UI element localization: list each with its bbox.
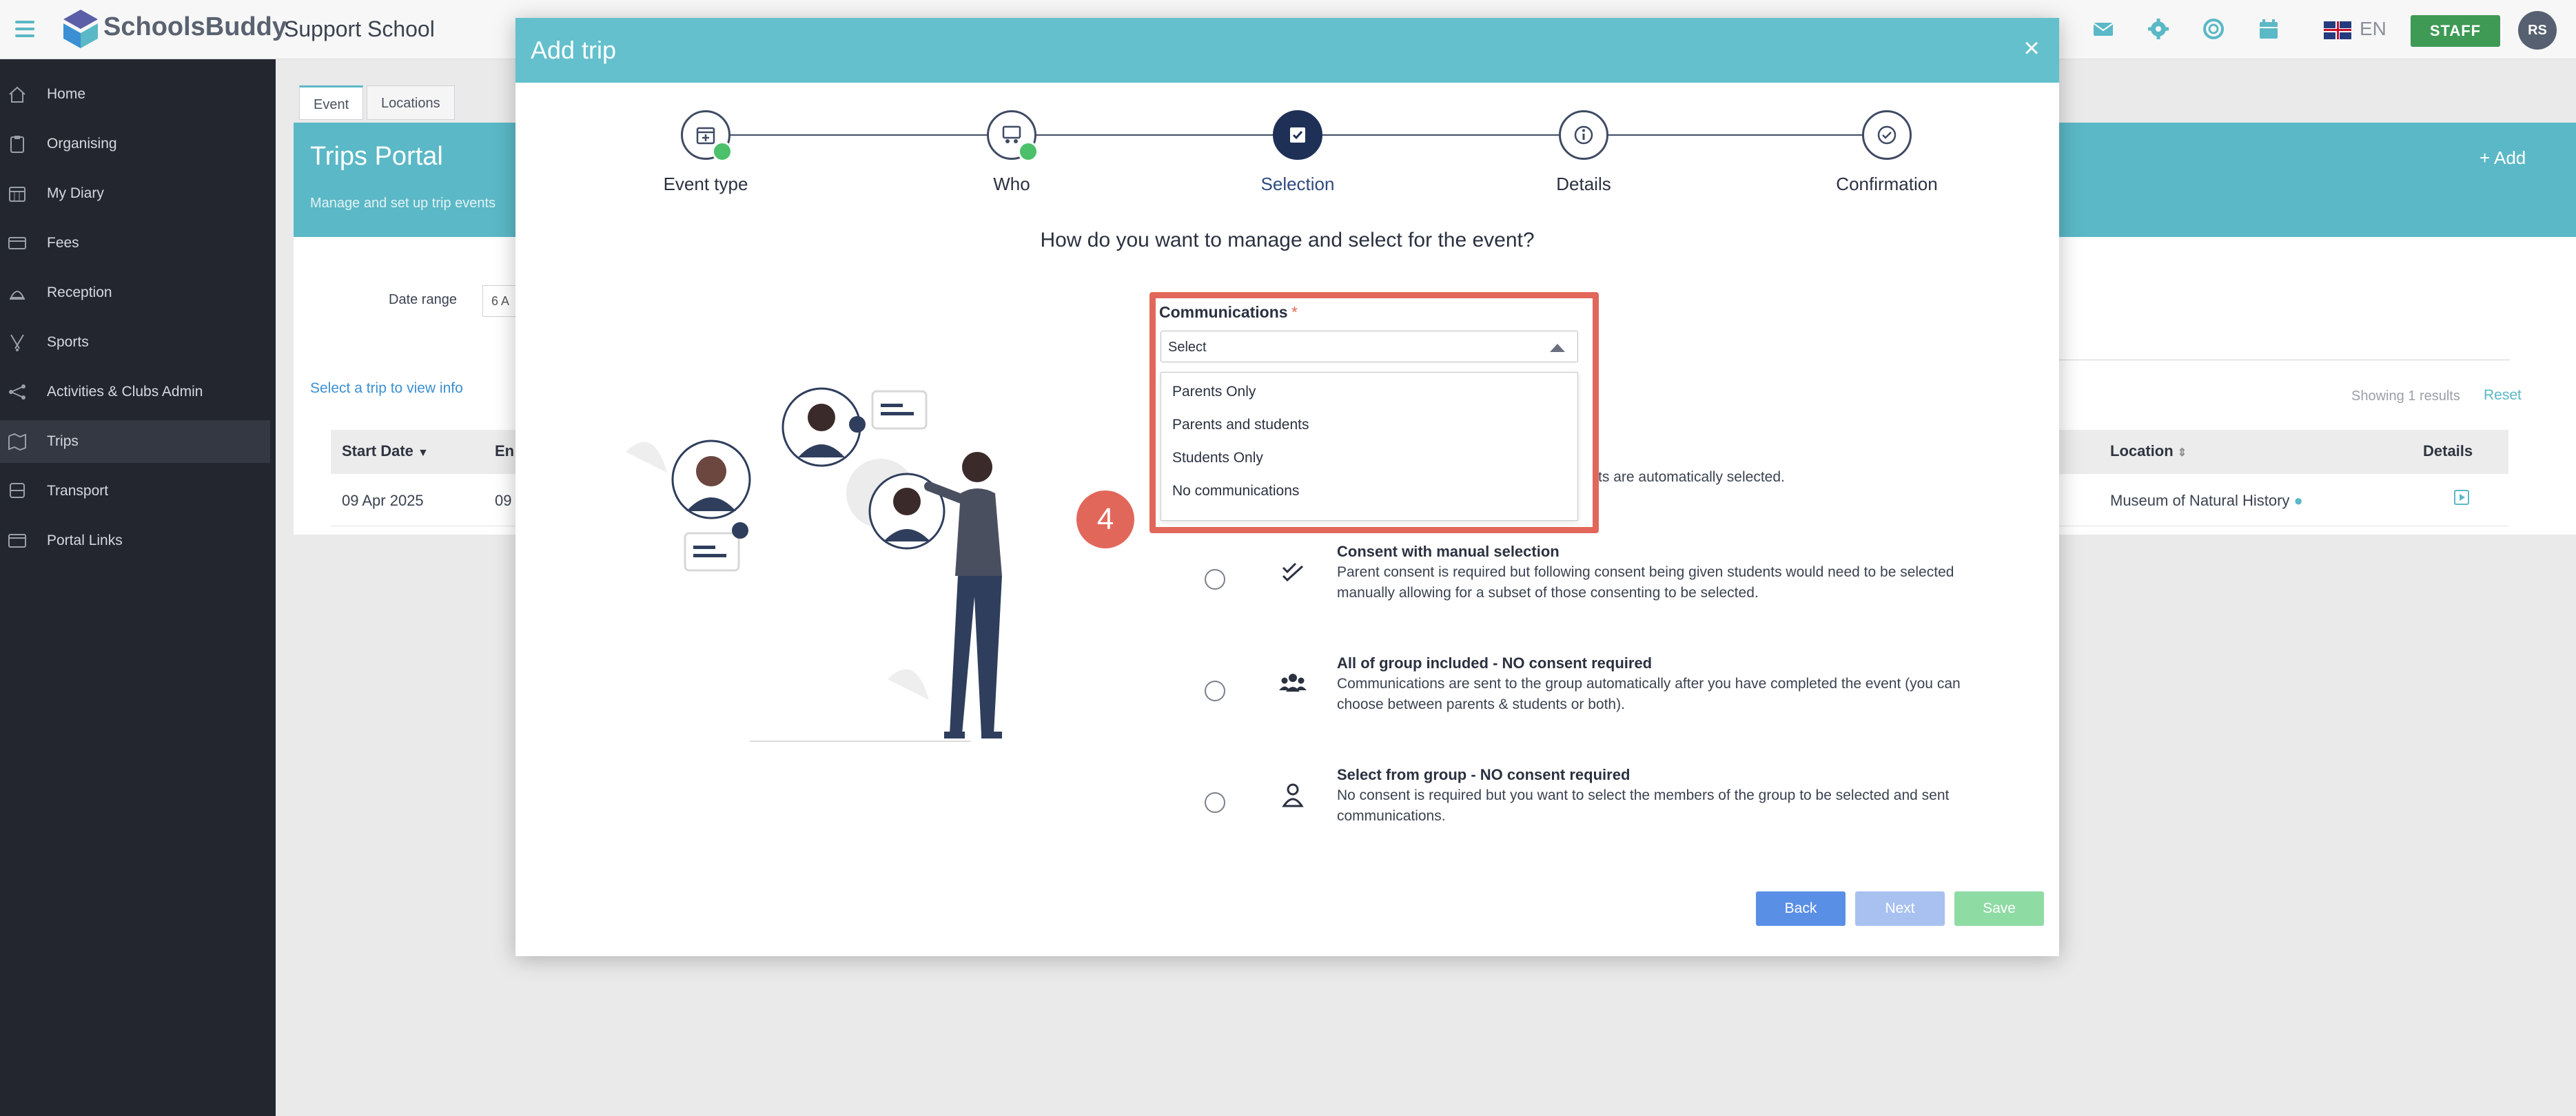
option-title-consent-manual: Consent with manual selection (1337, 543, 1560, 560)
option-title-select-from-group: Select from group - NO consent required (1337, 766, 1631, 783)
option-desc-consent-manual: Parent consent is required but following… (1337, 564, 1954, 601)
step-label-selection: Selection (1260, 174, 1335, 194)
communications-select-value: Select (1168, 340, 1207, 355)
menu-item-students-only[interactable]: Students Only (1161, 442, 1577, 475)
modal-header (515, 18, 2059, 83)
person-icon (1278, 780, 1308, 810)
presentation-icon (1002, 125, 1021, 143)
communications-dropdown-menu: Parents Only Parents and students Studen… (1161, 372, 1578, 521)
menu-item-parents-only[interactable]: Parents Only (1161, 375, 1577, 409)
step-label-details: Details (1556, 174, 1611, 194)
group-icon (1278, 668, 1308, 699)
step-label-event-type: Event type (663, 174, 748, 194)
communications-label: Communications (1159, 303, 1288, 321)
add-trip-modal: Add trip × Event type Who Selection Deta… (515, 18, 2059, 956)
radio-consent-manual[interactable] (1205, 569, 1225, 590)
caret-up-icon (1550, 344, 1565, 352)
menu-item-no-communications[interactable]: No communications (1161, 475, 1577, 508)
option-title-all-group: All of group included - NO consent requi… (1337, 654, 1653, 672)
modal-title: Add trip (531, 36, 617, 64)
option-desc-all-group: Communications are sent to the group aut… (1337, 676, 1961, 712)
checkbox-icon (1290, 127, 1305, 143)
info-icon (1574, 125, 1593, 145)
annotation-step-number: 4 (1076, 490, 1134, 548)
calendar-add-icon (696, 127, 715, 145)
close-icon[interactable]: × (2016, 33, 2047, 63)
step-event-type[interactable] (681, 110, 740, 169)
double-check-icon (1278, 557, 1308, 587)
step-confirmation[interactable] (1862, 110, 1912, 160)
back-button[interactable]: Back (1756, 891, 1846, 926)
next-button[interactable]: Next (1855, 891, 1945, 926)
check-circle-icon (1877, 125, 1897, 145)
menu-item-parents-and-students[interactable]: Parents and students (1161, 409, 1577, 442)
step-details[interactable] (1559, 110, 1608, 160)
radio-all-group[interactable] (1205, 681, 1225, 701)
option-desc-select-from-group: No consent is required but you want to s… (1337, 787, 1950, 824)
step-label-who: Who (993, 174, 1030, 194)
check-badge-icon (712, 141, 740, 169)
radio-select-from-group[interactable] (1205, 792, 1225, 813)
communications-select[interactable]: Select (1161, 331, 1578, 362)
step-selection[interactable] (1273, 110, 1322, 160)
selection-question: How do you want to manage and select for… (1040, 229, 1535, 251)
step-label-confirmation: Confirmation (1836, 174, 1938, 194)
people-illustration (626, 349, 1053, 748)
save-button[interactable]: Save (1954, 891, 2044, 926)
required-asterisk: * (1291, 303, 1298, 321)
check-badge-icon (1018, 141, 1046, 169)
step-who[interactable] (987, 110, 1046, 169)
